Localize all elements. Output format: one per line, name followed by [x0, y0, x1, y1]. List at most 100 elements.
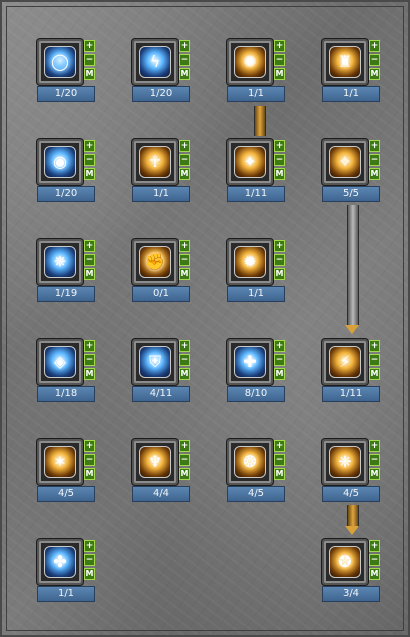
skill-icon-frame[interactable]: ⛨	[132, 339, 178, 385]
max-skill-button[interactable]: M	[179, 468, 190, 480]
decrease-skill-button[interactable]: −	[84, 254, 95, 266]
increase-skill-button[interactable]: +	[84, 440, 95, 452]
increase-skill-button[interactable]: +	[179, 440, 190, 452]
decrease-skill-button[interactable]: −	[274, 54, 285, 66]
skill-icon-frame[interactable]: ✧	[322, 139, 368, 185]
decrease-skill-button[interactable]: −	[179, 154, 190, 166]
increase-skill-button[interactable]: +	[84, 140, 95, 152]
increase-skill-button[interactable]: +	[274, 340, 285, 352]
increase-skill-button[interactable]: +	[274, 440, 285, 452]
increase-skill-button[interactable]: +	[274, 40, 285, 52]
decrease-skill-button[interactable]: −	[84, 54, 95, 66]
decrease-skill-button[interactable]: −	[179, 254, 190, 266]
max-skill-button[interactable]: M	[84, 568, 95, 580]
fireball-skill-icon[interactable]: ✹	[234, 246, 266, 278]
skill-icon-frame[interactable]: ✚	[227, 339, 273, 385]
skill-icon-frame[interactable]: ✪	[322, 539, 368, 585]
skill-icon-frame[interactable]: ◯	[37, 39, 83, 85]
spirit-skill-icon[interactable]: ✶	[44, 446, 76, 478]
increase-skill-button[interactable]: +	[84, 540, 95, 552]
lightning-skill-icon[interactable]: ϟ	[139, 46, 171, 78]
max-skill-button[interactable]: M	[369, 168, 380, 180]
decrease-skill-button[interactable]: −	[274, 354, 285, 366]
spirit-blue-skill-icon[interactable]: ✤	[44, 546, 76, 578]
fist-skill-icon[interactable]: ✊	[139, 246, 171, 278]
increase-skill-button[interactable]: +	[369, 40, 380, 52]
max-skill-button[interactable]: M	[274, 368, 285, 380]
skill-icon-frame[interactable]: ◈	[37, 339, 83, 385]
flame-skill-icon[interactable]: ✺	[234, 46, 266, 78]
skill-icon-frame[interactable]: ✶	[37, 439, 83, 485]
max-skill-button[interactable]: M	[369, 68, 380, 80]
max-skill-button[interactable]: M	[179, 268, 190, 280]
warrior-skill-icon[interactable]: ♆	[139, 446, 171, 478]
skill-icon-frame[interactable]: ◉	[37, 139, 83, 185]
max-skill-button[interactable]: M	[369, 368, 380, 380]
aura-skill-icon[interactable]: ❂	[234, 446, 266, 478]
increase-skill-button[interactable]: +	[369, 440, 380, 452]
decrease-skill-button[interactable]: −	[274, 154, 285, 166]
skill-icon-frame[interactable]: ✦	[227, 139, 273, 185]
decrease-skill-button[interactable]: −	[369, 354, 380, 366]
skill-icon-frame[interactable]: ✵	[37, 239, 83, 285]
skill-icon-frame[interactable]: ✤	[37, 539, 83, 585]
skill-icon-frame[interactable]: ❂	[227, 439, 273, 485]
max-skill-button[interactable]: M	[369, 468, 380, 480]
shield-skill-icon[interactable]: ◯	[44, 46, 76, 78]
totem-skill-icon[interactable]: ❈	[329, 446, 361, 478]
skill-icon-frame[interactable]: ϟ	[132, 39, 178, 85]
max-skill-button[interactable]: M	[84, 168, 95, 180]
increase-skill-button[interactable]: +	[84, 340, 95, 352]
max-skill-button[interactable]: M	[274, 468, 285, 480]
max-skill-button[interactable]: M	[84, 268, 95, 280]
increase-skill-button[interactable]: +	[274, 240, 285, 252]
decrease-skill-button[interactable]: −	[179, 54, 190, 66]
skill-icon-frame[interactable]: ❈	[322, 439, 368, 485]
skill-icon-frame[interactable]: ✹	[227, 239, 273, 285]
burst-skill-icon[interactable]: ✵	[44, 246, 76, 278]
increase-skill-button[interactable]: +	[179, 140, 190, 152]
skill-icon-frame[interactable]: ✊	[132, 239, 178, 285]
increase-skill-button[interactable]: +	[179, 340, 190, 352]
skill-icon-frame[interactable]: ♜	[322, 39, 368, 85]
decrease-skill-button[interactable]: −	[369, 54, 380, 66]
sigil-skill-icon[interactable]: ◈	[44, 346, 76, 378]
max-skill-button[interactable]: M	[179, 68, 190, 80]
decrease-skill-button[interactable]: −	[179, 454, 190, 466]
skill-icon-frame[interactable]: ♆	[132, 439, 178, 485]
decrease-skill-button[interactable]: −	[84, 154, 95, 166]
slash-skill-icon[interactable]: ⚡	[329, 346, 361, 378]
max-skill-button[interactable]: M	[274, 168, 285, 180]
decrease-skill-button[interactable]: −	[369, 154, 380, 166]
max-skill-button[interactable]: M	[369, 568, 380, 580]
decrease-skill-button[interactable]: −	[369, 454, 380, 466]
increase-skill-button[interactable]: +	[84, 40, 95, 52]
decrease-skill-button[interactable]: −	[274, 254, 285, 266]
max-skill-button[interactable]: M	[179, 368, 190, 380]
increase-skill-button[interactable]: +	[179, 240, 190, 252]
decrease-skill-button[interactable]: −	[84, 354, 95, 366]
increase-skill-button[interactable]: +	[84, 240, 95, 252]
max-skill-button[interactable]: M	[274, 268, 285, 280]
max-skill-button[interactable]: M	[179, 168, 190, 180]
increase-skill-button[interactable]: +	[369, 140, 380, 152]
increase-skill-button[interactable]: +	[369, 340, 380, 352]
crest-skill-icon[interactable]: ⛨	[139, 346, 171, 378]
decrease-skill-button[interactable]: −	[84, 554, 95, 566]
rune-skill-icon[interactable]: ✧	[329, 146, 361, 178]
decrease-skill-button[interactable]: −	[274, 454, 285, 466]
increase-skill-button[interactable]: +	[179, 40, 190, 52]
decrease-skill-button[interactable]: −	[84, 454, 95, 466]
max-skill-button[interactable]: M	[274, 68, 285, 80]
skill-icon-frame[interactable]: ⚡	[322, 339, 368, 385]
orb-skill-icon[interactable]: ◉	[44, 146, 76, 178]
skill-icon-frame[interactable]: ☥	[132, 139, 178, 185]
claw-skill-icon[interactable]: ✦	[234, 146, 266, 178]
max-skill-button[interactable]: M	[84, 368, 95, 380]
decrease-skill-button[interactable]: −	[179, 354, 190, 366]
max-skill-button[interactable]: M	[84, 468, 95, 480]
max-skill-button[interactable]: M	[84, 68, 95, 80]
increase-skill-button[interactable]: +	[274, 140, 285, 152]
orb-ring-skill-icon[interactable]: ✪	[329, 546, 361, 578]
increase-skill-button[interactable]: +	[369, 540, 380, 552]
